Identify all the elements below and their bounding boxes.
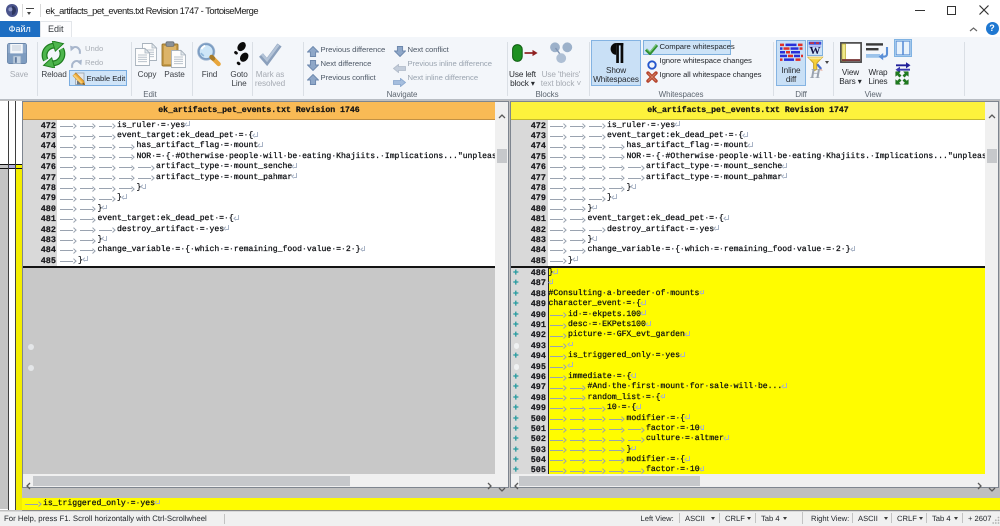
svg-text:W: W [809,44,820,54]
